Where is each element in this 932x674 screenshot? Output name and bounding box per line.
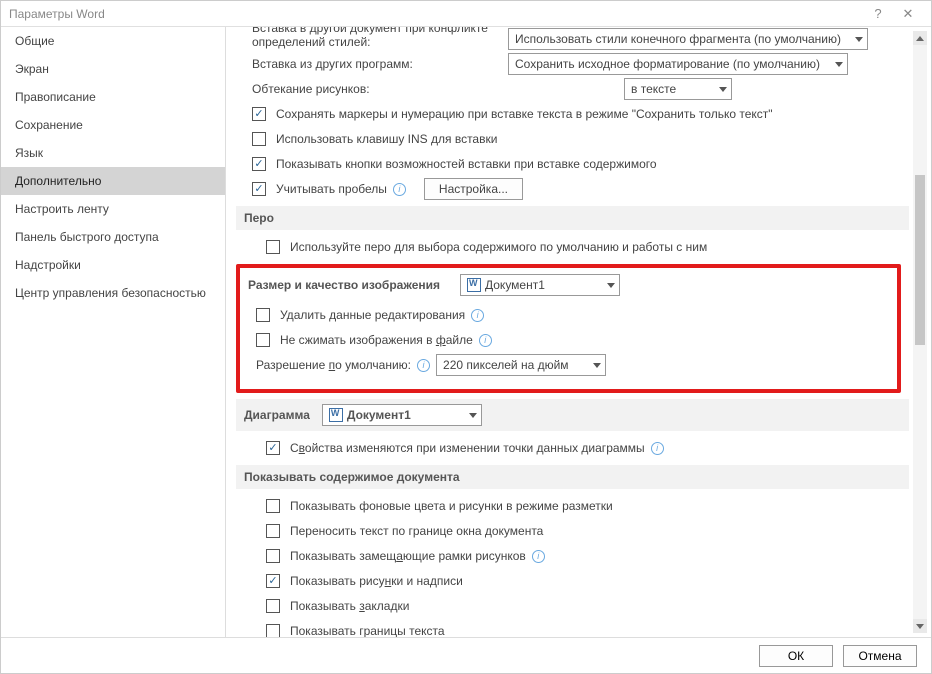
- info-icon[interactable]: [651, 442, 664, 455]
- pen-header: Перо: [236, 206, 909, 230]
- ins-checkbox[interactable]: [252, 132, 266, 146]
- vertical-scrollbar[interactable]: [913, 31, 927, 633]
- default-resolution-label: Разрешение по умолчанию:: [256, 358, 411, 372]
- chevron-down-icon: [469, 413, 477, 418]
- conflict-combo[interactable]: Использовать стили конечного фрагмента (…: [508, 28, 868, 50]
- scroll-track[interactable]: [913, 45, 927, 619]
- chevron-down-icon: [607, 283, 615, 288]
- conflict-label-l2: определений стилей:: [252, 35, 502, 49]
- paste-buttons-checkbox[interactable]: [252, 157, 266, 171]
- bullets-label: Сохранять маркеры и нумерацию при вставк…: [276, 107, 773, 121]
- word-doc-icon: [329, 408, 343, 422]
- paste-buttons-label: Показывать кнопки возможностей вставки п…: [276, 157, 657, 171]
- sidebar-item-quick-access[interactable]: Панель быстрого доступа: [1, 223, 225, 251]
- sidebar-item-save[interactable]: Сохранение: [1, 111, 225, 139]
- resolution-combo[interactable]: 220 пикселей на дюйм: [436, 354, 606, 376]
- info-icon[interactable]: [532, 550, 545, 563]
- bookmarks-checkbox[interactable]: [266, 599, 280, 613]
- discard-label: Удалить данные редактирования: [280, 308, 465, 322]
- wrap-text-label: Переносить текст по границе окна докумен…: [290, 524, 543, 538]
- sidebar-item-addins[interactable]: Надстройки: [1, 251, 225, 279]
- sidebar-item-general[interactable]: Общие: [1, 27, 225, 55]
- discard-checkbox[interactable]: [256, 308, 270, 322]
- other-programs-combo[interactable]: Сохранить исходное форматирование (по ум…: [508, 53, 848, 75]
- ok-button[interactable]: ОК: [759, 645, 833, 667]
- wrap-combo[interactable]: в тексте: [624, 78, 732, 100]
- scroll-thumb[interactable]: [915, 175, 925, 345]
- sidebar-item-trust-center[interactable]: Центр управления безопасностью: [1, 279, 225, 307]
- placeholders-label: Показывать замещающие рамки рисунков: [290, 549, 526, 563]
- wrap-value: в тексте: [631, 82, 676, 96]
- close-button[interactable]: ✕: [893, 6, 923, 22]
- image-quality-header: Размер и качество изображения: [248, 278, 440, 292]
- chevron-down-icon: [719, 87, 727, 92]
- sidebar-item-customize-ribbon[interactable]: Настроить ленту: [1, 195, 225, 223]
- info-icon[interactable]: [417, 359, 430, 372]
- help-button[interactable]: ?: [863, 6, 893, 21]
- chart-header-row: Диаграмма Документ1: [236, 399, 909, 431]
- nocompress-checkbox[interactable]: [256, 333, 270, 347]
- other-programs-label: Вставка из других программ:: [252, 57, 502, 71]
- sidebar-item-display[interactable]: Экран: [1, 55, 225, 83]
- image-quality-highlight: Размер и качество изображения Документ1 …: [236, 264, 901, 393]
- wrap-label: Обтекание рисунков:: [252, 82, 502, 96]
- info-icon[interactable]: [479, 334, 492, 347]
- smart-checkbox[interactable]: [252, 182, 266, 196]
- chart-doc-value: Документ1: [347, 408, 411, 422]
- wrap-text-checkbox[interactable]: [266, 524, 280, 538]
- chevron-down-icon: [835, 62, 843, 67]
- word-doc-icon: [467, 278, 481, 292]
- pen-label: Используйте перо для выбора содержимого …: [290, 240, 707, 254]
- content-pane: Вставка в другой документ при конфликте …: [226, 27, 931, 637]
- sidebar-item-language[interactable]: Язык: [1, 139, 225, 167]
- chevron-down-icon: [593, 363, 601, 368]
- sidebar: Общие Экран Правописание Сохранение Язык…: [1, 27, 226, 637]
- chart-props-label: Свойства изменяются при изменении точки …: [290, 441, 645, 455]
- show-content-header: Показывать содержимое документа: [236, 465, 909, 489]
- window-title: Параметры Word: [9, 7, 105, 21]
- scroll-up-button[interactable]: [913, 31, 927, 45]
- image-doc-combo[interactable]: Документ1: [460, 274, 620, 296]
- text-boundaries-label: Показывать границы текста: [290, 624, 445, 637]
- sidebar-item-proofing[interactable]: Правописание: [1, 83, 225, 111]
- chart-doc-combo[interactable]: Документ1: [322, 404, 482, 426]
- nocompress-label: Не сжимать изображения в файле: [280, 333, 473, 347]
- dialog-footer: ОК Отмена: [1, 637, 931, 673]
- show-bg-label: Показывать фоновые цвета и рисунки в реж…: [290, 499, 613, 513]
- placeholders-checkbox[interactable]: [266, 549, 280, 563]
- text-boundaries-checkbox[interactable]: [266, 624, 280, 637]
- pen-checkbox[interactable]: [266, 240, 280, 254]
- image-doc-value: Документ1: [485, 278, 545, 292]
- resolution-value: 220 пикселей на дюйм: [443, 358, 569, 372]
- conflict-combo-value: Использовать стили конечного фрагмента (…: [515, 32, 841, 46]
- ins-label: Использовать клавишу INS для вставки: [276, 132, 497, 146]
- drawings-label: Показывать рисунки и надписи: [290, 574, 463, 588]
- conflict-label-l1: Вставка в другой документ при конфликте: [252, 27, 502, 35]
- other-programs-value: Сохранить исходное форматирование (по ум…: [515, 57, 820, 71]
- drawings-checkbox[interactable]: [266, 574, 280, 588]
- settings-button[interactable]: Настройка...: [424, 178, 523, 200]
- scroll-down-button[interactable]: [913, 619, 927, 633]
- cancel-button[interactable]: Отмена: [843, 645, 917, 667]
- show-bg-checkbox[interactable]: [266, 499, 280, 513]
- sidebar-item-advanced[interactable]: Дополнительно: [1, 167, 225, 195]
- bookmarks-label: Показывать закладки: [290, 599, 409, 613]
- chart-header: Диаграмма: [244, 408, 310, 422]
- smart-label: Учитывать пробелы: [276, 182, 387, 196]
- bullets-checkbox[interactable]: [252, 107, 266, 121]
- info-icon[interactable]: [471, 309, 484, 322]
- info-icon[interactable]: [393, 183, 406, 196]
- titlebar: Параметры Word ? ✕: [1, 1, 931, 27]
- chart-props-checkbox[interactable]: [266, 441, 280, 455]
- chevron-down-icon: [855, 37, 863, 42]
